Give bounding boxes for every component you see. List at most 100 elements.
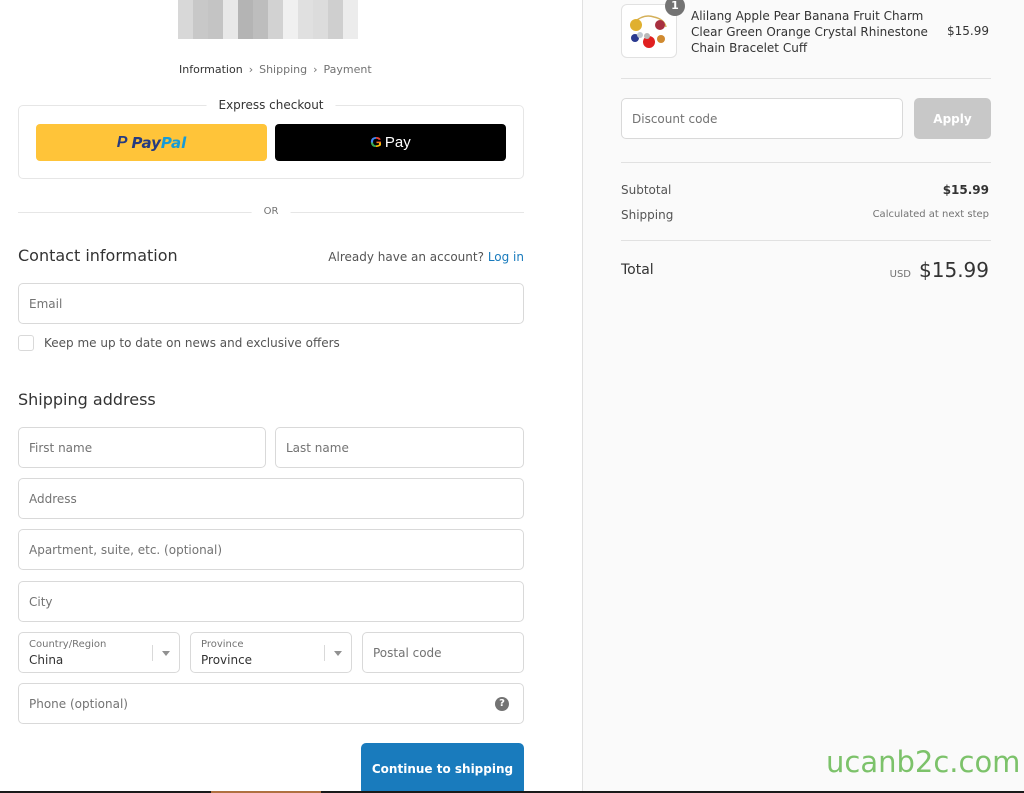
province-select[interactable]: Province Province: [190, 632, 352, 673]
logo-pixel: [208, 13, 223, 26]
logo-pixel: [328, 13, 343, 26]
product-name: Alilang Apple Pear Banana Fruit Charm Cl…: [691, 9, 928, 55]
logo-pixel: [193, 13, 208, 26]
chevron-right-icon: ›: [313, 63, 318, 76]
logo-pixel: [238, 0, 253, 13]
checkout-form-pane: Information › Shipping › Payment Express…: [0, 0, 582, 793]
apartment-input[interactable]: [19, 530, 523, 569]
logo-pixel: [268, 13, 283, 26]
country-label: Country/Region: [29, 639, 107, 650]
watermark: ucanb2c.com: [826, 745, 1021, 779]
google-icon: G: [370, 134, 382, 151]
newsletter-label[interactable]: Keep me up to date on news and exclusive…: [44, 336, 340, 350]
address-field: [18, 478, 524, 519]
logo-pixel: [223, 26, 238, 39]
logo-pixel: [268, 26, 283, 39]
logo-pixel: [343, 13, 358, 26]
last-name-input[interactable]: [276, 428, 523, 467]
help-icon[interactable]: ?: [495, 697, 509, 711]
logo-pixel: [223, 13, 238, 26]
logo-pixel: [193, 0, 208, 13]
email-input[interactable]: [19, 284, 523, 323]
apartment-field: [18, 529, 524, 570]
or-divider: OR: [18, 206, 524, 217]
postal-code-field: [362, 632, 524, 673]
divider: [621, 78, 991, 79]
logo-pixel: [298, 0, 313, 13]
country-select[interactable]: Country/Region China: [18, 632, 180, 673]
google-pay-button[interactable]: G Pay: [275, 124, 506, 161]
store-logo: [178, 0, 358, 40]
express-checkout-title: Express checkout: [206, 98, 336, 112]
logo-pixel: [283, 26, 298, 39]
province-value: Province: [201, 653, 253, 667]
first-name-input[interactable]: [19, 428, 265, 467]
logo-pixel: [253, 26, 268, 39]
discount-code-field: [621, 98, 903, 139]
total-value: USD $15.99: [890, 258, 989, 282]
logo-pixel: [178, 13, 193, 26]
apply-discount-button[interactable]: Apply: [914, 98, 991, 139]
logo-pixel: [298, 13, 313, 26]
logo-pixel: [313, 0, 328, 13]
newsletter-checkbox[interactable]: [18, 335, 34, 351]
postal-code-input[interactable]: [363, 633, 523, 672]
logo-pixel: [238, 26, 253, 39]
logo-pixel: [193, 26, 208, 39]
last-name-field: [275, 427, 524, 468]
logo-pixel: [283, 0, 298, 13]
logo-pixel: [253, 0, 268, 13]
phone-field: ?: [18, 683, 524, 724]
express-checkout-box: Express checkout P PayPal G Pay: [18, 98, 524, 179]
logo-pixel: [178, 26, 193, 39]
continue-to-shipping-button[interactable]: Continue to shipping: [361, 743, 524, 793]
country-value: China: [29, 653, 64, 667]
paypal-button[interactable]: P PayPal: [36, 124, 267, 161]
account-prompt: Already have an account? Log in: [328, 250, 524, 264]
logo-pixel: [223, 0, 238, 13]
subtotal-label: Subtotal: [621, 183, 672, 197]
paypal-icon: P: [116, 133, 128, 151]
or-label: OR: [251, 206, 291, 217]
logo-pixel: [238, 13, 253, 26]
divider: [621, 240, 991, 241]
select-divider: [152, 645, 153, 661]
breadcrumb-payment: Payment: [323, 63, 372, 76]
logo-pixel: [343, 26, 358, 39]
logo-pixel: [328, 26, 343, 39]
breadcrumb-shipping: Shipping: [259, 63, 308, 76]
paypal-pay-text: Pay: [131, 133, 161, 152]
shipping-label: Shipping: [621, 208, 674, 222]
logo-pixel: [253, 13, 268, 26]
paypal-pal-text: Pal: [160, 133, 187, 152]
logo-pixel: [283, 13, 298, 26]
product-price: $15.99: [947, 24, 989, 38]
province-label: Province: [201, 639, 244, 650]
breadcrumb-information[interactable]: Information: [179, 63, 243, 76]
divider: [621, 162, 991, 163]
chevron-right-icon: ›: [248, 63, 254, 76]
order-summary-pane: 1 Alilang Apple Pear Banana Fruit Charm …: [582, 0, 1024, 793]
logo-pixel: [208, 0, 223, 13]
email-field: [18, 283, 524, 324]
chevron-down-icon: [334, 651, 342, 656]
discount-code-input[interactable]: [622, 99, 902, 138]
logo-pixel: [208, 26, 223, 39]
address-input[interactable]: [19, 479, 523, 518]
logo-pixel: [178, 0, 193, 13]
quantity-badge: 1: [665, 0, 685, 16]
logo-pixel: [313, 13, 328, 26]
logo-pixel: [313, 26, 328, 39]
chevron-down-icon: [162, 651, 170, 656]
account-prompt-text: Already have an account?: [328, 250, 484, 264]
product-thumbnail: 1: [621, 0, 685, 58]
select-divider: [324, 645, 325, 661]
city-field: [18, 581, 524, 622]
phone-input[interactable]: [19, 684, 523, 723]
login-link[interactable]: Log in: [488, 250, 524, 264]
logo-pixel: [328, 0, 343, 13]
total-currency: USD: [889, 269, 912, 280]
subtotal-value: $15.99: [942, 183, 989, 197]
city-input[interactable]: [19, 582, 523, 621]
logo-pixel: [298, 26, 313, 39]
